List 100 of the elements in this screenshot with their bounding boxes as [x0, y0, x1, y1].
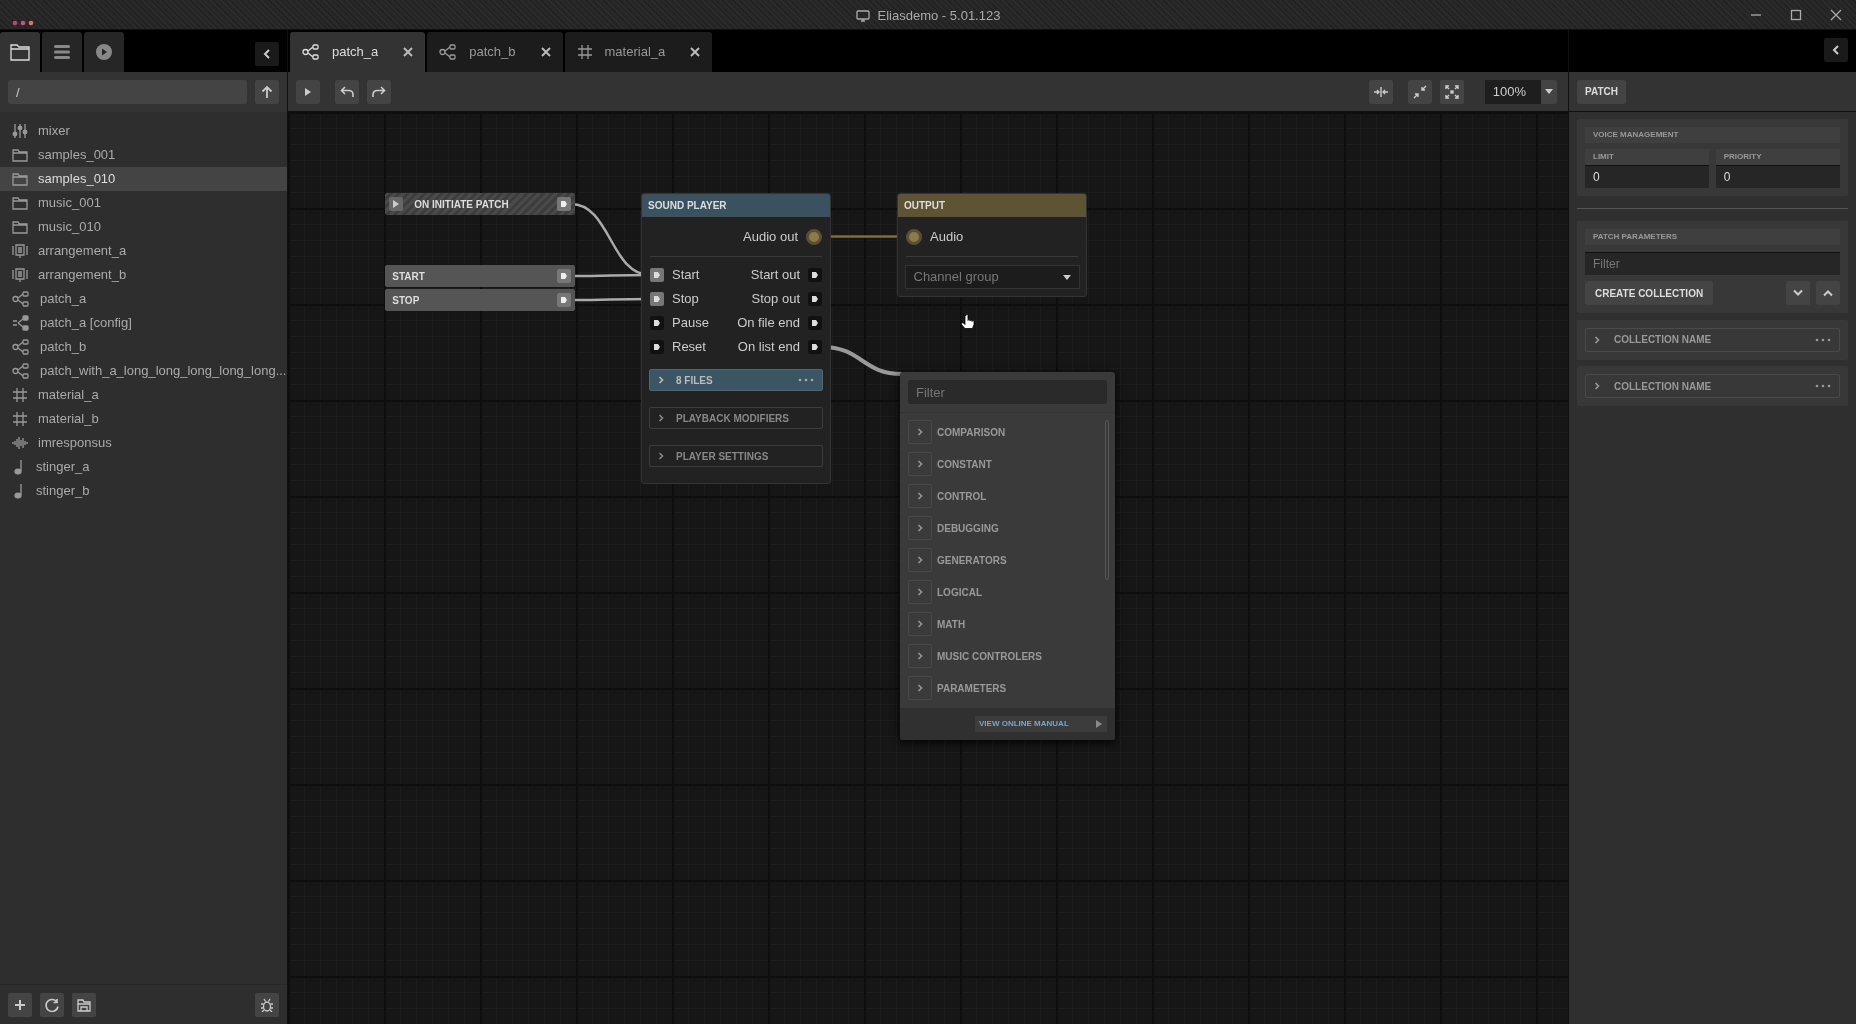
input-port[interactable] [650, 340, 664, 354]
editor-tab[interactable]: patch_a [290, 32, 426, 72]
port-label: Stop out [751, 290, 800, 309]
collapse-view-button[interactable] [1407, 79, 1432, 104]
create-collection-button[interactable]: CREATE COLLECTION [1585, 281, 1714, 305]
expand-view-button[interactable] [1439, 79, 1464, 104]
collection-row[interactable]: COLLECTION NAME [1585, 327, 1840, 352]
sidebar-tab[interactable] [42, 32, 82, 72]
file-item[interactable]: samples_010 [0, 166, 287, 191]
add-button[interactable] [8, 992, 32, 1017]
inspector-tab[interactable]: PATCH [1577, 79, 1626, 104]
redo-button[interactable] [366, 79, 391, 104]
sound-player-node[interactable]: SOUND PLAYER Audio out Start Start out Stop Stop out Pause On file end Reset On list end 8 FILES PLAYBACK MODIFIERS PLAYER SETTINGS [641, 193, 831, 484]
play-icon [392, 199, 400, 209]
file-item[interactable]: stinger_a [0, 454, 287, 479]
output-port[interactable] [808, 292, 822, 306]
audio-in-jack[interactable] [906, 228, 922, 245]
input-port[interactable] [650, 316, 664, 330]
output-port[interactable] [808, 316, 822, 330]
audio-out-jack[interactable] [806, 228, 822, 245]
monitor-icon [855, 9, 870, 22]
file-item[interactable]: arrangement_a [0, 238, 287, 263]
file-item[interactable]: patch_a [0, 286, 287, 311]
category-item[interactable]: PARAMETERS [900, 672, 1105, 705]
field-label: PRIORITY [1715, 149, 1840, 165]
list-icon [53, 44, 71, 60]
category-item[interactable]: COMPARISON [900, 416, 1105, 449]
move-up-button[interactable] [1816, 281, 1840, 305]
collapse-panel-button[interactable] [1824, 38, 1848, 62]
editor-tab[interactable]: patch_b [427, 32, 563, 72]
file-item[interactable]: material_a [0, 382, 287, 407]
limit-field[interactable]: 0 [1585, 165, 1710, 188]
move-down-button[interactable] [1785, 281, 1810, 305]
event-node[interactable]: ON INITIATE PATCH [385, 193, 575, 215]
close-tab-icon [690, 47, 701, 57]
collapsible-section[interactable]: PLAYBACK MODIFIERS [649, 407, 823, 429]
play-button[interactable] [296, 79, 320, 104]
zoom-dropdown[interactable]: 100% [1484, 79, 1557, 104]
file-item[interactable]: material_b [0, 406, 287, 431]
category-item[interactable]: GENERATORS [900, 544, 1105, 577]
category-item[interactable]: DEBUGGING [900, 512, 1105, 545]
collapse-icon [1412, 84, 1427, 99]
close-icon [1830, 9, 1842, 21]
channel-group-dropdown[interactable]: Channel group [904, 265, 1080, 289]
input-port[interactable] [650, 292, 664, 306]
file-item[interactable]: samples_001 [0, 142, 287, 167]
more-icon [1815, 337, 1831, 342]
category-item[interactable]: CONTROL [900, 480, 1105, 513]
category-item[interactable]: LOGICAL [900, 576, 1105, 609]
node-header: SOUND PLAYER [642, 194, 830, 217]
path-field[interactable]: / [8, 80, 247, 104]
play-icon [1095, 718, 1103, 729]
files-section[interactable]: 8 FILES [649, 369, 823, 391]
category-item[interactable]: MATH [900, 608, 1105, 641]
file-item[interactable]: patch_with_a_long_long_long_long_long... [0, 358, 287, 383]
category-item[interactable]: CONSTANT [900, 448, 1105, 481]
collection-row[interactable]: COLLECTION NAME [1585, 374, 1840, 398]
input-port[interactable] [650, 268, 664, 282]
output-node[interactable]: OUTPUT Audio Channel group [897, 193, 1087, 297]
caret-down-icon [1544, 89, 1553, 94]
category-item[interactable]: MUSIC CONTROLERS [900, 640, 1105, 673]
undo-button[interactable] [334, 79, 359, 104]
editor-tab[interactable]: material_a [564, 32, 713, 72]
refresh-button[interactable] [40, 992, 64, 1017]
file-item[interactable]: stinger_b [0, 478, 287, 503]
filter-field[interactable]: Filter [908, 380, 1107, 404]
chevron-right-icon [1594, 382, 1600, 390]
sidebar-tab[interactable] [0, 32, 40, 72]
priority-field[interactable]: 0 [1715, 165, 1840, 188]
more-icon [798, 378, 814, 382]
event-node[interactable]: STOP [385, 289, 575, 311]
arrangement-icon [12, 266, 28, 283]
collapsible-section[interactable]: PLAYER SETTINGS [649, 445, 823, 467]
chevron-right-icon [917, 652, 923, 661]
fit-horizontal-button[interactable] [1369, 79, 1394, 104]
fit-horizontal-icon [1373, 85, 1390, 98]
output-port[interactable] [808, 340, 822, 354]
file-item[interactable]: imresponsus [0, 430, 287, 455]
parent-folder-button[interactable] [255, 80, 279, 104]
manual-link[interactable]: VIEW ONLINE MANUAL [975, 715, 1107, 732]
file-item[interactable]: music_001 [0, 190, 287, 215]
output-port[interactable] [808, 268, 822, 282]
sidebar-tab[interactable] [84, 32, 124, 72]
file-item[interactable]: mixer [0, 118, 287, 143]
file-item[interactable]: patch_b [0, 334, 287, 359]
file-item[interactable]: patch_a [config] [0, 310, 287, 335]
port-label: Stop [672, 290, 699, 309]
file-item[interactable]: arrangement_b [0, 262, 287, 287]
file-item[interactable]: music_010 [0, 214, 287, 239]
folder-icon [12, 219, 28, 234]
event-node[interactable]: START [385, 265, 575, 287]
node-graph-icon [302, 44, 320, 60]
chevron-right-icon [917, 428, 923, 437]
debug-button[interactable] [255, 992, 279, 1017]
open-folder-button[interactable] [72, 992, 96, 1017]
app-menu-icon [12, 19, 34, 26]
port-label: On list end [737, 338, 800, 357]
filter-field[interactable]: Filter [1585, 251, 1840, 275]
collapse-sidebar-button[interactable] [255, 41, 279, 66]
port-label: Pause [672, 314, 709, 333]
